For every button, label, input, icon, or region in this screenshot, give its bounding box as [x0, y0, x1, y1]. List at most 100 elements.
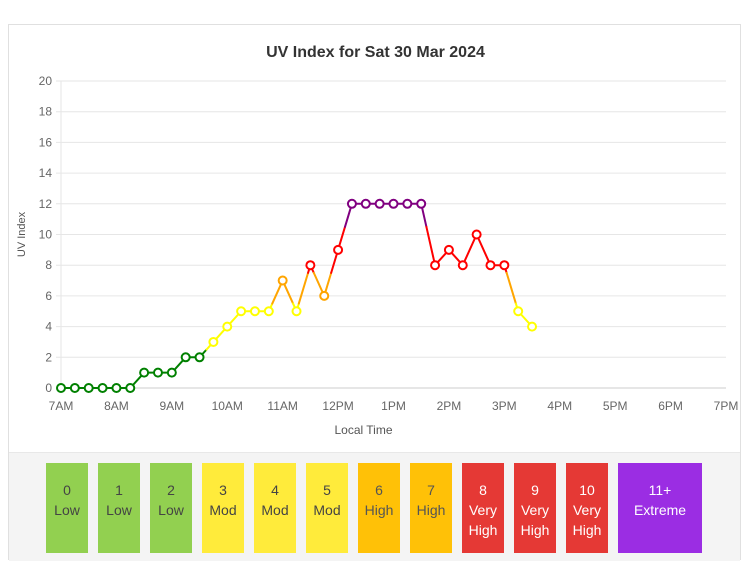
uv-legend-value: 6 — [375, 482, 383, 498]
uv-legend-value: 10 — [579, 482, 595, 498]
y-tick-label: 20 — [39, 74, 53, 88]
data-point — [69, 383, 80, 393]
data-point — [402, 198, 413, 209]
y-tick-label: 2 — [45, 350, 52, 364]
data-point — [291, 306, 302, 317]
uv-legend-item: 9 Very High — [514, 463, 556, 553]
x-tick-label: 7PM — [714, 399, 739, 413]
uv-legend-category: Low — [158, 502, 184, 518]
data-point — [111, 383, 122, 393]
uv-legend-value: 4 — [271, 482, 279, 498]
data-point — [139, 367, 150, 378]
x-tick-label: 12PM — [322, 399, 353, 413]
data-point — [277, 275, 288, 286]
data-point — [527, 321, 538, 332]
uv-legend-item: 11+ Extreme — [618, 463, 702, 553]
uv-scale-legend: 0 Low 1 Low 2 Low 3 Mod 4 Mod 5 Mod 6 High 7 High 8 Very H… — [9, 452, 740, 561]
y-tick-label: 16 — [39, 135, 53, 149]
uv-legend-item: 10 Very High — [566, 463, 608, 553]
uv-legend-value: 3 — [219, 482, 227, 498]
data-point — [457, 260, 468, 271]
line-segment — [505, 271, 517, 305]
line-segment — [461, 233, 478, 267]
y-tick-label: 18 — [39, 105, 53, 119]
data-point — [319, 290, 330, 301]
x-tick-label: 4PM — [547, 399, 572, 413]
data-point — [56, 383, 66, 393]
data-point — [180, 352, 191, 363]
x-tick-label: 1PM — [381, 399, 406, 413]
uv-legend-item: 6 High — [358, 463, 400, 553]
uv-legend-category: Very — [572, 502, 601, 518]
data-point — [263, 306, 274, 317]
line-segment — [475, 233, 492, 267]
uv-legend-category: High — [364, 502, 394, 518]
y-tick-label: 0 — [45, 381, 52, 395]
x-tick-label: 7AM — [49, 399, 74, 413]
data-point — [222, 321, 233, 332]
x-axis-label: Local Time — [334, 423, 392, 437]
uv-legend-value: 7 — [427, 482, 435, 498]
uv-legend-category: Mod — [313, 502, 341, 518]
uv-legend-value: 2 — [167, 482, 175, 498]
data-point — [97, 383, 108, 393]
x-tick-label: 11AM — [267, 399, 297, 413]
data-point — [83, 383, 94, 393]
uv-chart-card: UV Index for Sat 30 Mar 2024 0 2 4 6 8 10 12 14… — [8, 24, 741, 561]
uv-line-chart: 0 2 4 6 8 10 12 14 16 18 20 7AM 8AM 9AM 10AM 11AM 12PM 1… — [16, 74, 739, 437]
uv-legend-category: Very — [468, 502, 497, 518]
uv-legend-category: Low — [106, 502, 132, 518]
data-point — [152, 367, 163, 378]
uv-legend-value: 11+ — [648, 482, 672, 498]
x-tick-label: 6PM — [658, 399, 683, 413]
y-axis-ticks: 0 2 4 6 8 10 12 14 16 18 20 — [39, 74, 53, 395]
x-tick-label: 5PM — [603, 399, 628, 413]
uv-legend-category: High — [572, 522, 602, 538]
data-point — [194, 352, 205, 363]
uv-legend-category: Very — [520, 502, 549, 518]
data-point — [430, 260, 441, 271]
uv-legend-category: Extreme — [633, 502, 687, 518]
uv-legend-item: 7 High — [410, 463, 452, 553]
data-point — [166, 367, 177, 378]
x-tick-label: 3PM — [492, 399, 517, 413]
uv-legend-item: 3 Mod — [202, 463, 244, 553]
data-point — [305, 260, 316, 271]
uv-legend-item: 2 Low — [150, 463, 192, 553]
uv-legend-category: High — [520, 522, 550, 538]
x-tick-label: 10AM — [212, 399, 243, 413]
gridlines — [56, 80, 726, 389]
y-tick-label: 12 — [39, 197, 53, 211]
uv-legend-item: 8 Very High — [462, 463, 504, 553]
uv-legend-item: 5 Mod — [306, 463, 348, 553]
y-tick-label: 4 — [45, 320, 52, 334]
data-point — [125, 383, 136, 393]
uv-legend-category: High — [416, 502, 446, 518]
data-point — [471, 229, 482, 240]
data-point — [485, 260, 496, 271]
line-segment — [297, 271, 310, 305]
data-point — [513, 306, 524, 317]
data-point — [249, 306, 260, 317]
y-tick-label: 10 — [39, 228, 53, 242]
data-point — [333, 244, 344, 255]
data-point — [236, 306, 247, 317]
data-point — [388, 198, 399, 209]
uv-legend-item: 0 Low — [46, 463, 88, 553]
uv-legend-item: 4 Mod — [254, 463, 296, 553]
data-point — [360, 198, 371, 209]
uv-legend-category: High — [468, 522, 498, 538]
uv-legend-value: 5 — [323, 482, 331, 498]
data-point — [416, 198, 427, 209]
uv-legend-category: Mod — [261, 502, 289, 518]
uv-legend-value: 1 — [115, 482, 123, 498]
y-tick-label: 14 — [39, 166, 53, 180]
x-axis-ticks: 7AM 8AM 9AM 10AM 11AM 12PM 1PM 2PM 3PM 4PM 5PM 6PM 7… — [49, 399, 739, 413]
y-axis-label: UV Index — [16, 211, 28, 257]
uv-legend-value: 9 — [531, 482, 539, 498]
x-tick-label: 9AM — [159, 399, 184, 413]
y-tick-label: 8 — [45, 258, 52, 272]
uv-legend-item: 1 Low — [98, 463, 140, 553]
data-point — [374, 198, 385, 209]
x-tick-label: 8AM — [104, 399, 129, 413]
